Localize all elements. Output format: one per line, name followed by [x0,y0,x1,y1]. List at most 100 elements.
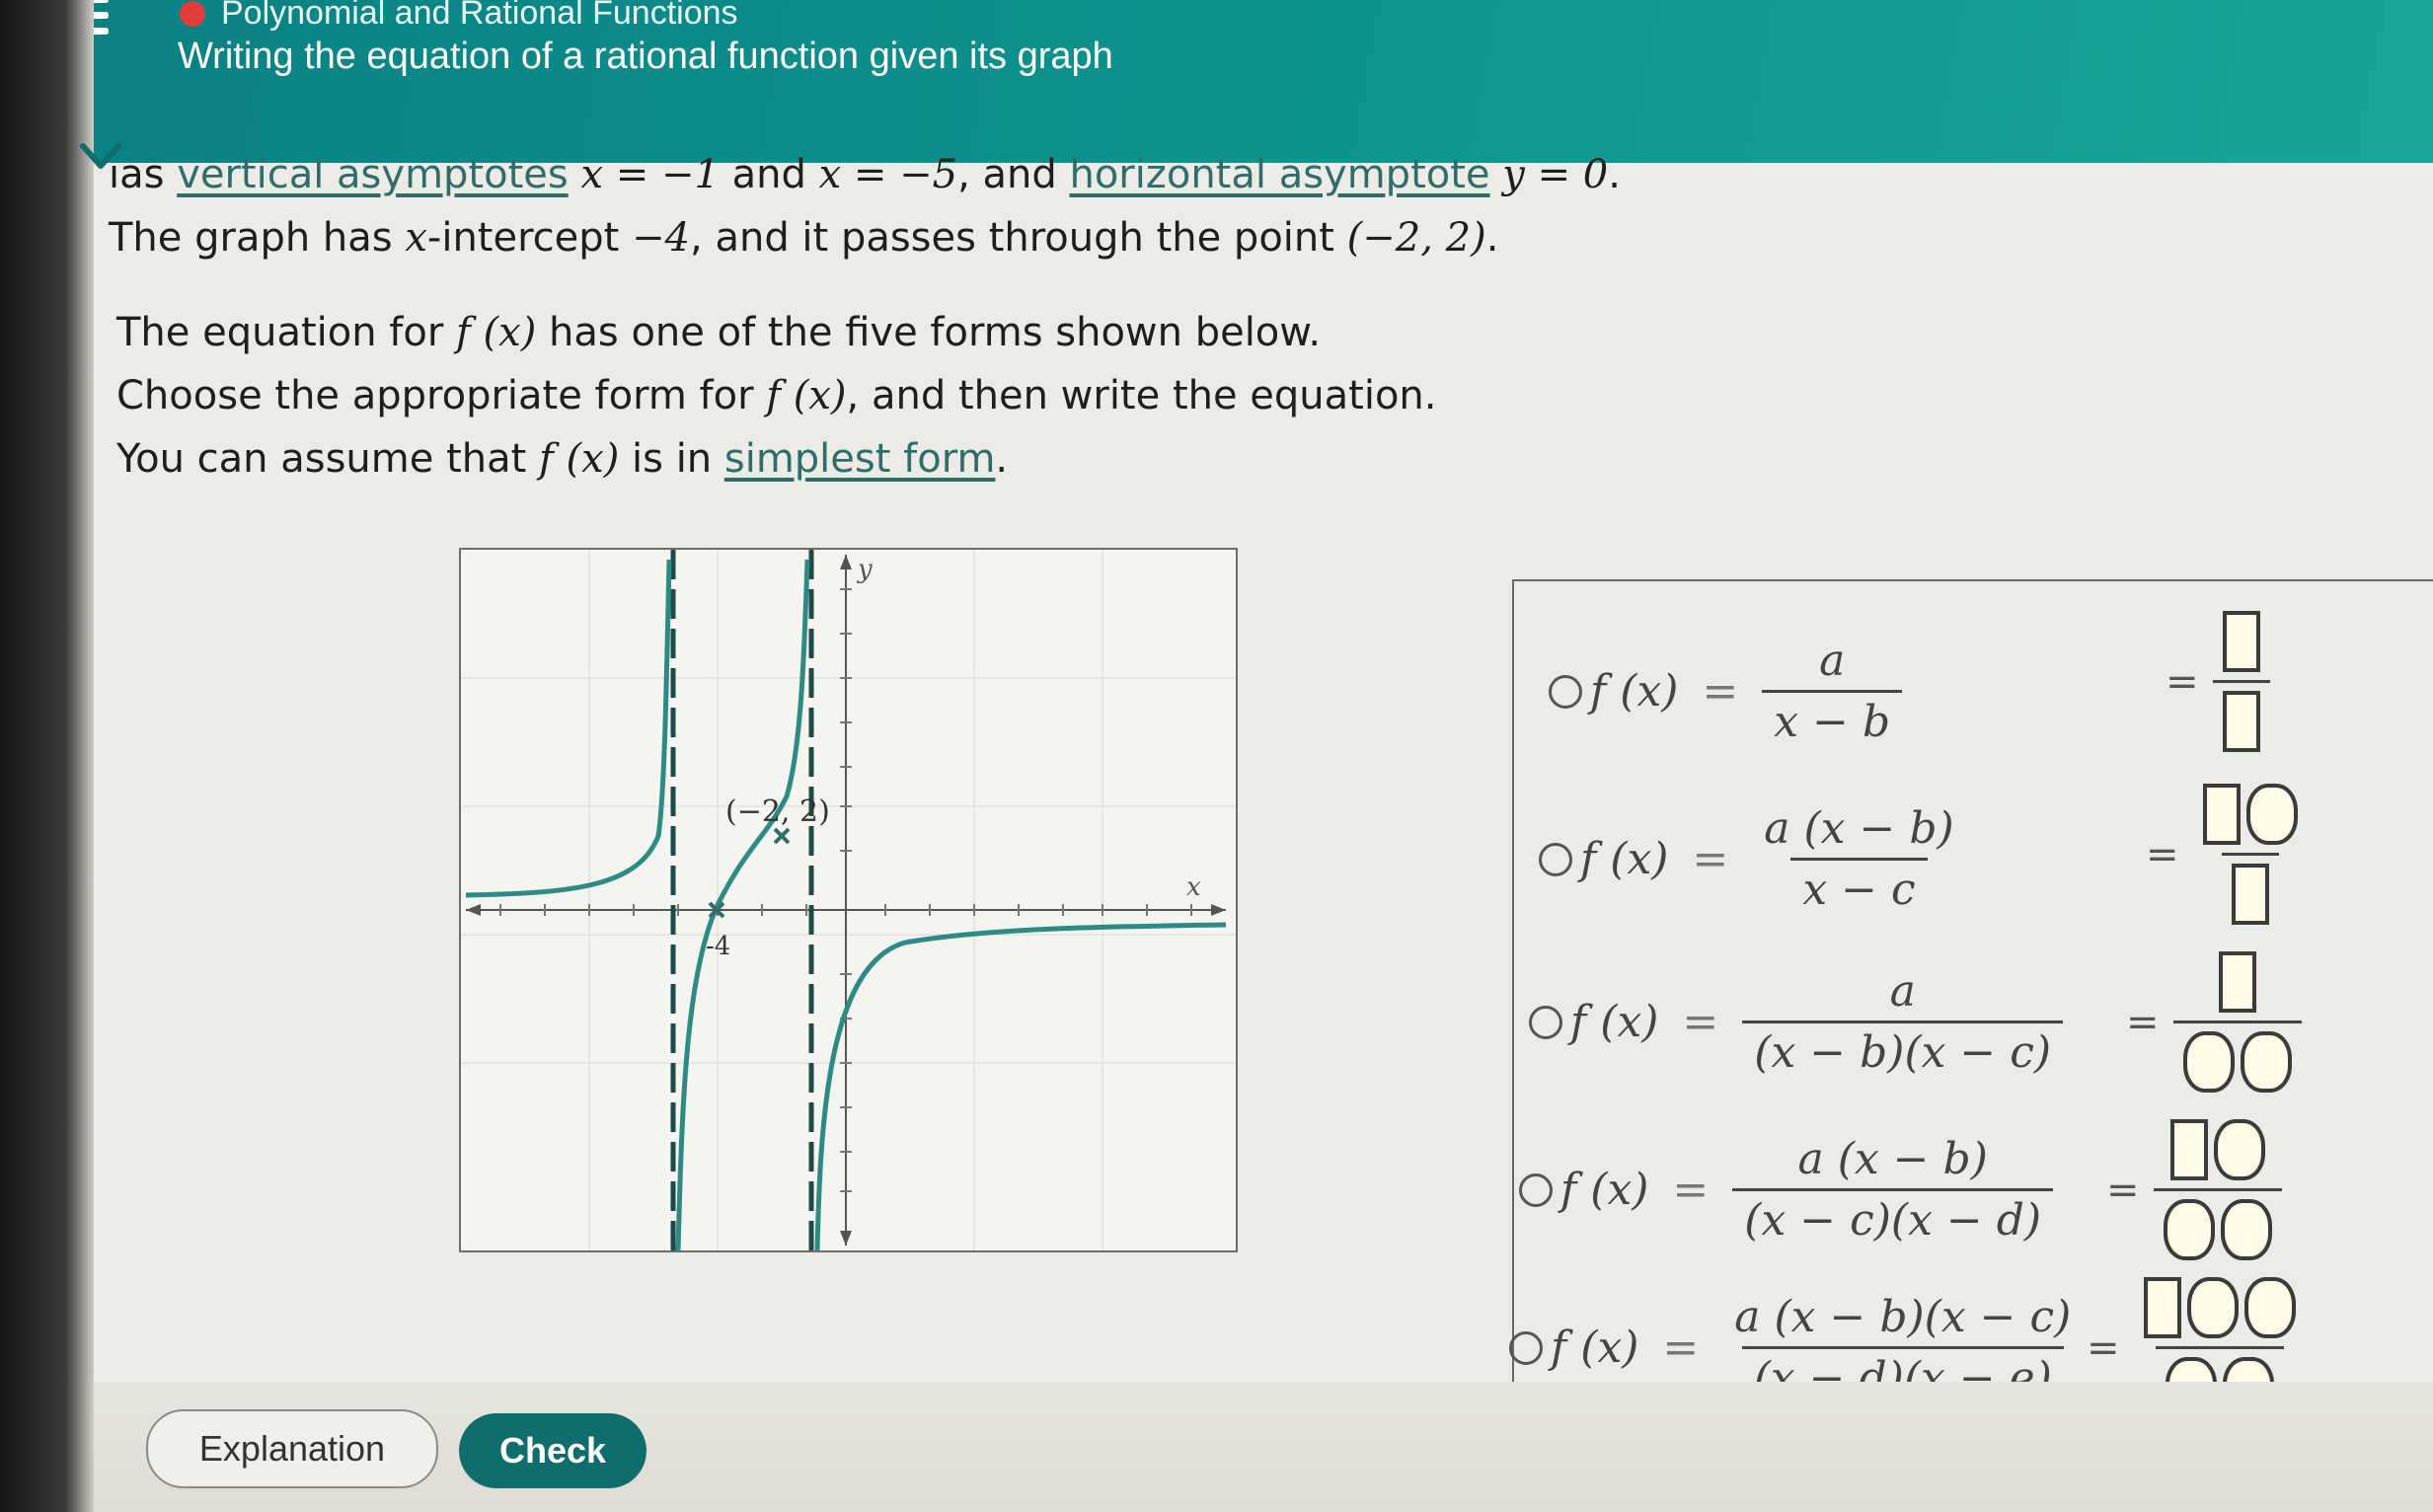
curve-middle-branch [675,559,810,1250]
form-2-numerator: a (x − b) [1764,803,1954,854]
answer-equals: = [2126,999,2160,1045]
answer-3-factor-2-input[interactable] [2240,1031,2292,1093]
y-axis-label: y [857,555,873,584]
answer-3-fraction [2172,951,2302,1093]
problem-text: ıas [109,152,178,197]
answer-3: = [2126,951,2302,1093]
problem-text: , and it passes through the point [690,215,1347,261]
answer-3-numerator-input[interactable] [2218,951,2256,1013]
x-axis-arrow-left-icon [466,904,481,916]
math-fx: f (x) [456,310,537,355]
math-x: x [405,215,427,261]
instruction-text: has one of the five forms shown below. [536,310,1322,355]
horizontal-asymptote-link[interactable]: horizontal asymptote [1069,152,1489,197]
math-point: (−2, 2) [1346,215,1486,261]
form-5-numerator: a (x − b)(x − c) [1734,1292,2072,1342]
bottom-bar [94,1382,2433,1512]
problem-text: . [1485,215,1499,261]
form-3-numerator: a [1889,966,1916,1017]
form-1-radio[interactable] [1549,674,1582,709]
answer-5-factor-1-input[interactable] [2186,1277,2239,1338]
form-3-radio[interactable] [1529,1005,1562,1039]
grid-lines [461,550,1236,1250]
answer-3-factor-1-input[interactable] [2182,1031,2235,1093]
answer-5-factor-2-input[interactable] [2243,1277,2296,1338]
form-equals: = [1692,834,1729,884]
form-1-fraction: a x − b [1762,636,1903,747]
form-option-1[interactable]: f (x) = a x − b [1549,636,1903,747]
answer-2-denominator-input[interactable] [2231,864,2269,925]
answer-1-numerator-input[interactable] [2222,611,2260,672]
curve-left-branch [465,559,672,898]
form-option-3[interactable]: f (x) = a (x − b)(x − c) [1529,966,2064,1078]
point-marker [773,827,791,845]
form-lhs: f (x) [1560,1165,1649,1215]
answer-4-den-factor-1-input[interactable] [2163,1199,2215,1260]
form-option-4[interactable]: f (x) = a (x − b) (x − c)(x − d) [1519,1134,2054,1246]
screen: Polynomial and Rational Functions Writin… [0,0,2433,1512]
answer-2-coef-input[interactable] [2202,784,2241,845]
math-x-intercept: −4 [632,215,691,261]
answer-4: = [2106,1119,2282,1260]
explanation-button[interactable]: Explanation [146,1409,438,1488]
answer-equals: = [2106,1167,2140,1213]
function-graph: (−2, 2) -4 y x [461,550,1236,1250]
topic-breadcrumb[interactable]: Polynomial and Rational Functions [180,0,738,33]
instruction-line-3: You can assume that f (x) is in simplest… [116,427,1437,491]
form-2-radio[interactable] [1539,842,1572,876]
answer-4-den-factor-2-input[interactable] [2220,1199,2272,1260]
answer-equals: = [2087,1324,2120,1371]
form-1-numerator: a [1819,636,1846,686]
header-bar: Polynomial and Rational Functions Writin… [0,0,2433,163]
form-5-radio[interactable] [1509,1330,1543,1365]
instruction-line-2: Choose the appropriate form for f (x), a… [116,364,1437,427]
form-lhs: f (x) [1580,834,1669,884]
form-lhs: f (x) [1551,1323,1639,1373]
instructions: The equation for f (x) has one of the fi… [116,301,1437,491]
intercept-label: -4 [706,932,730,961]
device-bezel [0,0,94,1512]
form-4-numerator: a (x − b) [1797,1134,1988,1184]
problem-text: . [1608,152,1621,197]
page-title: Writing the equation of a rational funct… [178,36,1113,77]
problem-line-2: The graph has x-intercept −4, and it pas… [109,206,1621,269]
form-4-radio[interactable] [1519,1172,1553,1207]
check-button[interactable]: Check [459,1413,646,1488]
answer-2-factor-input[interactable] [2245,784,2298,845]
math-horizontal-asymptote: y = 0 [1502,152,1609,197]
instruction-line-1: The equation for f (x) has one of the fi… [116,301,1437,364]
form-1-denominator: x − b [1762,690,1903,747]
instruction-text: . [995,436,1009,482]
form-equals: = [1702,666,1739,717]
form-lhs: f (x) [1590,666,1679,717]
y-axis-arrow-icon [840,555,852,569]
answer-1-denominator-input[interactable] [2222,691,2260,752]
form-option-2[interactable]: f (x) = a (x − b) x − c [1539,803,1966,915]
math-fx: f (x) [539,436,620,482]
answer-1-fraction [2212,611,2270,752]
form-2-fraction: a (x − b) x − c [1752,803,1965,915]
answer-4-factor-input[interactable] [2213,1119,2265,1180]
answer-equals: = [2146,831,2179,877]
curve-right-branch [814,922,1227,1250]
topic-label: Polynomial and Rational Functions [221,0,738,32]
answer-2: = [2146,784,2308,925]
instruction-text: The equation for [116,310,457,355]
problem-text: , and [957,152,1070,197]
answer-1: = [2166,611,2270,752]
form-4-fraction: a (x − b) (x − c)(x − d) [1732,1134,2054,1246]
instruction-text: , and then write the equation. [846,373,1437,418]
graph-panel: (−2, 2) -4 y x [459,548,1238,1252]
simplest-form-link[interactable]: simplest form [724,436,996,482]
problem-text: and [719,152,819,197]
answer-2-fraction [2193,784,2308,925]
x-axis-label: x [1186,872,1201,902]
answer-4-coef-input[interactable] [2169,1119,2208,1180]
form-2-denominator: x − c [1790,858,1928,915]
form-3-denominator: (x − b)(x − c) [1742,1021,2064,1078]
form-equals: = [1682,997,1719,1047]
answer-5-coef-input[interactable] [2143,1277,2181,1338]
instruction-text: You can assume that [116,436,540,482]
math-vertical-asymptote-1: x = −1 [580,152,720,197]
vertical-asymptotes-link[interactable]: vertical asymptotes [177,152,569,197]
